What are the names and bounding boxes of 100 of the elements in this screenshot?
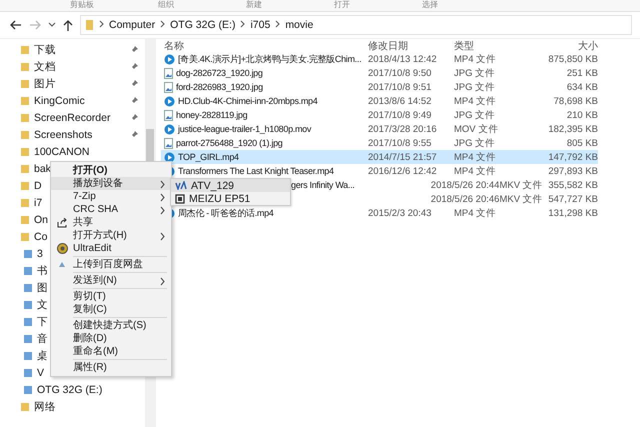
- ribbon-group-label: 组织: [158, 0, 175, 11]
- menu-item[interactable]: CRC SHA: [51, 203, 171, 216]
- sidebar-item[interactable]: KingComic: [34, 94, 85, 106]
- back-icon[interactable]: [10, 20, 22, 30]
- sidebar-item[interactable]: ScreenRecorder: [34, 112, 110, 124]
- table-cell-text: 131,298 KB: [547, 208, 598, 218]
- table-cell-text: 2018/5/26 20:44: [430, 180, 500, 190]
- image-file-icon: [164, 82, 173, 92]
- file-name: dog-2826723_1920.jpg: [176, 68, 263, 78]
- sidebar-item[interactable]: Screenshots: [34, 128, 92, 140]
- file-row[interactable]: parrot-2756488_1920 (1).jpg 2017/10/8 9:55 JPG 文件 805 KB: [161, 136, 598, 150]
- menu-item[interactable]: 打开(O): [51, 164, 171, 177]
- table-cell-text: 2015/2/3 20:43: [367, 208, 432, 218]
- sidebar-item[interactable]: 网络: [34, 400, 56, 414]
- address-bar[interactable]: Computer OTG 32G (E:) i705 movie: [80, 15, 632, 35]
- tv-icon: [175, 181, 187, 190]
- up-arrow-icon[interactable]: [63, 20, 73, 30]
- menu-item[interactable]: ATV_129: [171, 179, 290, 192]
- sidebar-item[interactable]: 图片: [34, 76, 56, 90]
- image-file-icon: [164, 68, 173, 78]
- menu-item[interactable]: 共享: [51, 216, 171, 229]
- file-name: TOP_GIRL.mp4: [178, 152, 239, 162]
- chevron-right-icon: [160, 277, 165, 286]
- menu-item[interactable]: 删除(D): [51, 332, 171, 345]
- menu-item[interactable]: 复制(C): [51, 303, 171, 316]
- folder-icon: [85, 19, 94, 31]
- file-row[interactable]: ford-2826983_1920.jpg 2017/10/8 9:51 JPG 文件 634 KB: [161, 80, 598, 94]
- file-name: Transformers The Last Knight Teaser.mp4: [178, 166, 334, 176]
- sidebar-item[interactable]: Co: [34, 230, 48, 242]
- triangle-icon: [59, 262, 65, 267]
- sidebar-item[interactable]: 100CANON: [34, 146, 90, 158]
- menu-item[interactable]: 重命名(M): [51, 345, 171, 358]
- video-file-icon: [164, 152, 175, 162]
- file-name: gers Infinity Wa...: [291, 180, 354, 190]
- menu-item[interactable]: 播放到设备: [51, 177, 171, 190]
- pin-icon: [130, 130, 139, 139]
- table-cell-text: MKV 文件: [499, 178, 544, 192]
- sidebar-item[interactable]: 下载: [34, 42, 56, 56]
- column-header[interactable]: 类型: [454, 38, 526, 52]
- pin-icon: [130, 45, 139, 54]
- sidebar-item[interactable]: 桌: [37, 348, 48, 362]
- file-row[interactable]: HD.Club-4K-Chimei-inn-20mbps.mp4 2013/8/6 14:52 MP4 文件 78,698 KB: [161, 94, 598, 108]
- menu-item[interactable]: MEIZU EP51: [171, 192, 290, 205]
- table-cell-text: MP4 文件: [454, 164, 498, 178]
- breadcrumb-item[interactable]: Computer: [109, 19, 156, 31]
- menu-item[interactable]: 上传到百度网盘: [51, 258, 171, 271]
- chevron-down-icon[interactable]: [48, 22, 56, 28]
- breadcrumb-item[interactable]: i705: [250, 19, 270, 31]
- table-cell-text: JPG 文件: [454, 136, 496, 150]
- breadcrumb-item[interactable]: OTG 32G (E:): [170, 19, 236, 31]
- pin-icon: [130, 62, 139, 71]
- table-cell-text: 634 KB: [566, 82, 598, 92]
- table-cell-text: JPG 文件: [454, 80, 496, 94]
- file-row[interactable]: justice-league-trailer-1_h1080p.mov 2017/3/28 20:16 MOV 文件 182,395 KB: [161, 122, 598, 136]
- share-icon: [56, 218, 68, 228]
- sidebar-item[interactable]: D: [34, 180, 42, 192]
- sidebar-item[interactable]: 音: [37, 332, 48, 346]
- sidebar-item[interactable]: bak: [34, 162, 51, 174]
- menu-item[interactable]: 发送到(N): [51, 274, 171, 287]
- table-cell-text: 2013/8/6 14:52: [367, 96, 432, 106]
- device-icon: [175, 194, 185, 204]
- file-row[interactable]: TOP_GIRL.mp4 2014/7/15 21:57 MP4 文件 147,792 KB: [161, 150, 598, 164]
- sidebar-item[interactable]: 书: [37, 264, 48, 278]
- sidebar-item[interactable]: V: [37, 366, 44, 378]
- table-cell-text: 2014/7/15 21:57: [367, 152, 438, 162]
- table-cell-text: 2017/10/8 9:51: [367, 82, 432, 92]
- table-cell-text: 2017/10/8 9:49: [367, 110, 432, 120]
- table-cell-text: MP4 文件: [454, 94, 498, 108]
- sidebar-item[interactable]: OTG 32G (E:): [37, 384, 102, 396]
- sidebar-item[interactable]: 文: [37, 298, 48, 312]
- table-cell-text: 297,893 KB: [547, 166, 598, 176]
- file-row[interactable]: dog-2826723_1920.jpg 2017/10/8 9:50 JPG 文件 251 KB: [161, 66, 598, 80]
- sidebar-item[interactable]: i7: [34, 196, 42, 208]
- sidebar-item[interactable]: 图: [37, 280, 48, 294]
- sidebar-item[interactable]: 3: [37, 248, 43, 260]
- video-file-icon: [164, 96, 175, 106]
- pin-icon: [130, 79, 139, 88]
- table-cell-text: 2016/12/6 12:42: [367, 166, 438, 176]
- video-file-icon: [164, 54, 175, 64]
- table-cell-text: JPG 文件: [454, 66, 496, 80]
- ribbon-group-label: 剪贴板: [70, 0, 95, 11]
- menu-item[interactable]: UltraEdit: [51, 242, 171, 255]
- sidebar-item[interactable]: 下: [37, 314, 48, 328]
- breadcrumb-item[interactable]: movie: [285, 19, 314, 31]
- table-cell-text: 182,395 KB: [547, 124, 598, 134]
- menu-item[interactable]: 打开方式(H): [51, 229, 171, 242]
- table-cell-text: 2017/10/8 9:50: [367, 68, 432, 78]
- menu-item[interactable]: 创建快捷方式(S): [51, 319, 171, 332]
- column-header[interactable]: 大小: [526, 38, 598, 52]
- sidebar-item[interactable]: 文档: [34, 60, 56, 74]
- menu-item[interactable]: 7-Zip: [51, 190, 171, 203]
- table-cell-text: JPG 文件: [454, 108, 496, 122]
- column-header[interactable]: 修改日期: [364, 38, 454, 52]
- sidebar-item[interactable]: On: [34, 214, 48, 226]
- column-header[interactable]: 名称: [161, 38, 364, 52]
- menu-item[interactable]: 属性(R): [51, 361, 171, 374]
- menu-item[interactable]: 剪切(T): [51, 290, 171, 303]
- file-row[interactable]: honey-2828119.jpg 2017/10/8 9:49 JPG 文件 210 KB: [161, 108, 598, 122]
- table-cell-text: MOV 文件: [454, 122, 500, 136]
- file-row[interactable]: [奇美.4K.演示片]+北京烤鸭与美女.完整版Chim... 2018/4/13 12:42 MP4 文件 875,850 KB: [161, 52, 598, 66]
